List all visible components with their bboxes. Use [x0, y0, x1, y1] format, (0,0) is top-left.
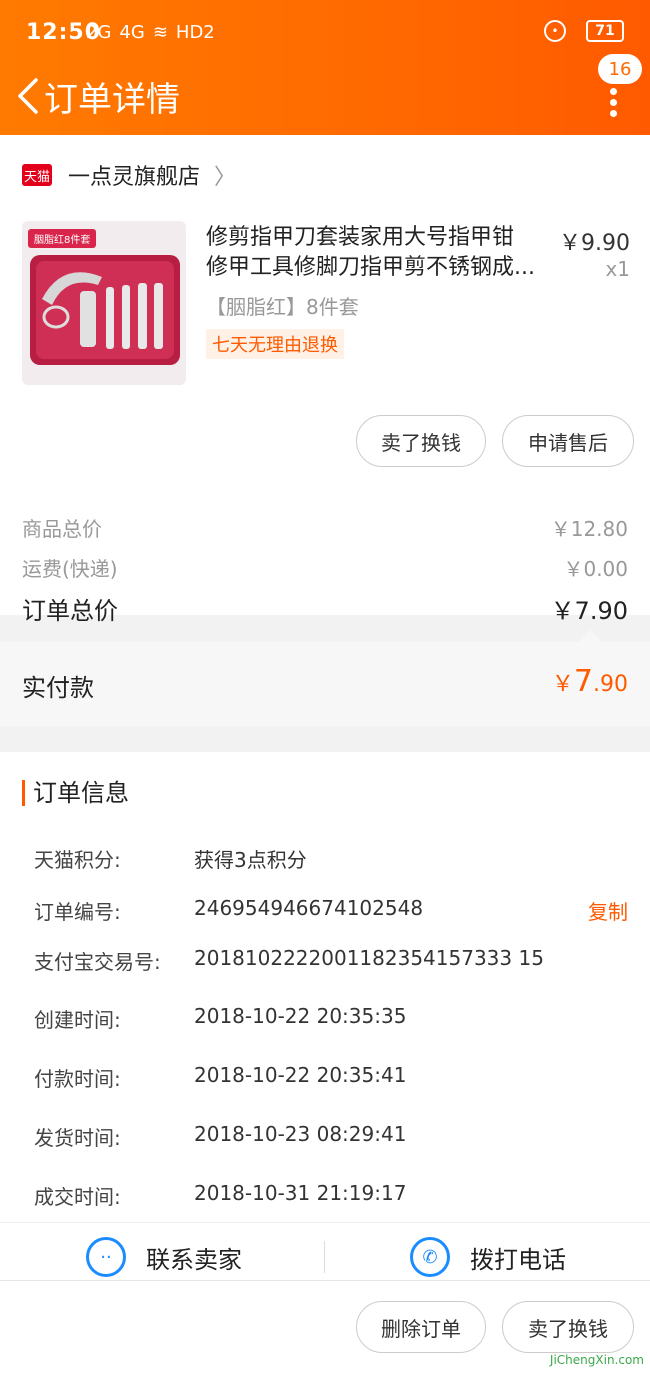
chevron-right-icon: 〉	[214, 165, 237, 190]
shop-row[interactable]: 天猫 一点灵旗舰店 〉	[22, 159, 236, 191]
order-total-value: ￥7.90	[550, 597, 628, 625]
info-key: 成交时间:	[34, 1185, 121, 1209]
lock-icon: •	[544, 20, 566, 42]
shipping-label: 运费(快递)	[22, 557, 118, 581]
return-policy-tag: 七天无理由退换	[206, 329, 344, 359]
order-info-title: 订单信息	[22, 780, 129, 806]
info-key: 天猫积分:	[34, 848, 121, 872]
product-variant: 【胭脂红】8件套	[206, 295, 359, 319]
status-bar: 12:50 2G 4G ≋ HD2 • 71	[0, 0, 650, 66]
info-key: 付款时间:	[34, 1067, 121, 1091]
product-price: ￥9.90	[559, 231, 630, 256]
watermark: JiChengXin.com	[549, 1353, 644, 1367]
order-info-card: 订单信息 天猫积分: 获得3点积分 订单编号: 2469549466741025…	[0, 752, 650, 1222]
product-title[interactable]: 修剪指甲刀套装家用大号指甲钳 修甲工具修脚刀指甲剪不锈钢成...	[206, 223, 556, 283]
delete-order-button[interactable]: 删除订单	[356, 1301, 486, 1353]
amount-paid-row: 实付款 ￥7.90	[0, 642, 650, 726]
info-value: 2018102222001182354157333 15	[194, 946, 544, 970]
info-value: 246954946674102548	[194, 896, 424, 920]
shipping-row: 运费(快递) ￥0.00	[22, 553, 628, 582]
product-image[interactable]: 胭脂红8件套	[22, 221, 186, 385]
wifi-icon: ≋	[152, 22, 168, 43]
sell-for-cash-button[interactable]: 卖了换钱	[356, 415, 486, 467]
order-item-card: 天猫 一点灵旗舰店 〉 胭脂红8件套 修剪指甲刀套装家用大号指甲钳 修甲工具修脚…	[0, 135, 650, 625]
phone-icon: ✆	[410, 1237, 450, 1277]
goods-total-label: 商品总价	[22, 517, 102, 541]
info-value: 2018-10-22 20:35:35	[194, 1004, 407, 1028]
contact-bar: ·· 联系卖家 ✆ 拨打电话	[0, 1222, 650, 1281]
paid-currency: ￥	[551, 672, 574, 697]
hd-icon: HD2	[175, 22, 215, 43]
info-value: 2018-10-23 08:29:41	[194, 1122, 407, 1146]
bottom-sell-for-cash-button[interactable]: 卖了换钱	[502, 1301, 634, 1353]
amount-paid-label: 实付款	[22, 674, 94, 702]
order-total-label: 订单总价	[22, 597, 118, 625]
contact-seller-label: 联系卖家	[146, 1245, 242, 1274]
chat-icon: ··	[86, 1237, 126, 1277]
copy-order-number-button[interactable]: 复制	[588, 896, 628, 925]
paid-decimal: .90	[593, 672, 628, 697]
shop-name[interactable]: 一点灵旗舰店	[68, 159, 200, 191]
order-total-row: 订单总价 ￥7.90	[22, 591, 628, 626]
message-count-badge[interactable]: 16	[598, 54, 642, 84]
contact-seller-button[interactable]: ·· 联系卖家	[86, 1237, 242, 1277]
signal-2g-icon: 2G	[86, 22, 112, 43]
call-phone-button[interactable]: ✆ 拨打电话	[410, 1237, 566, 1277]
nav-bar: 订单详情	[0, 66, 650, 135]
amount-paid-value: ￥7.90	[552, 664, 628, 699]
app-header: 12:50 2G 4G ≋ HD2 • 71 订单详情 16	[0, 0, 650, 135]
goods-total-row: 商品总价 ￥12.80	[22, 513, 628, 542]
product-title-line2: 修甲工具修脚刀指甲剪不锈钢成...	[206, 255, 535, 280]
signal-4g-icon: 4G	[119, 22, 145, 43]
info-value: 获得3点积分	[194, 848, 307, 872]
signal-indicators: 2G 4G ≋ HD2	[86, 22, 215, 43]
info-value: 2018-10-22 20:35:41	[194, 1063, 407, 1087]
battery-icon: 71	[586, 20, 624, 42]
bottom-action-bar: 删除订单 卖了换钱 JiChengXin.com	[0, 1280, 650, 1373]
info-key: 支付宝交易号:	[34, 950, 161, 974]
pointer-triangle	[578, 630, 602, 642]
info-key: 发货时间:	[34, 1126, 121, 1150]
info-key: 订单编号:	[34, 900, 121, 924]
info-value: 2018-10-31 21:19:17	[194, 1181, 407, 1205]
more-menu-icon[interactable]	[610, 88, 618, 118]
page-title: 订单详情	[44, 80, 180, 120]
product-title-line1: 修剪指甲刀套装家用大号指甲钳	[206, 225, 515, 250]
after-sales-button[interactable]: 申请售后	[502, 415, 634, 467]
contact-divider	[324, 1241, 325, 1273]
call-phone-label: 拨打电话	[470, 1245, 566, 1274]
shipping-value: ￥0.00	[563, 557, 628, 581]
tmall-badge: 天猫	[22, 164, 52, 186]
image-tag: 胭脂红8件套	[28, 229, 97, 248]
goods-total-value: ￥12.80	[550, 517, 628, 541]
paid-integer: 7	[573, 664, 593, 699]
product-quantity: x1	[605, 257, 630, 281]
back-arrow-icon[interactable]	[14, 76, 44, 116]
info-key: 创建时间:	[34, 1008, 121, 1032]
